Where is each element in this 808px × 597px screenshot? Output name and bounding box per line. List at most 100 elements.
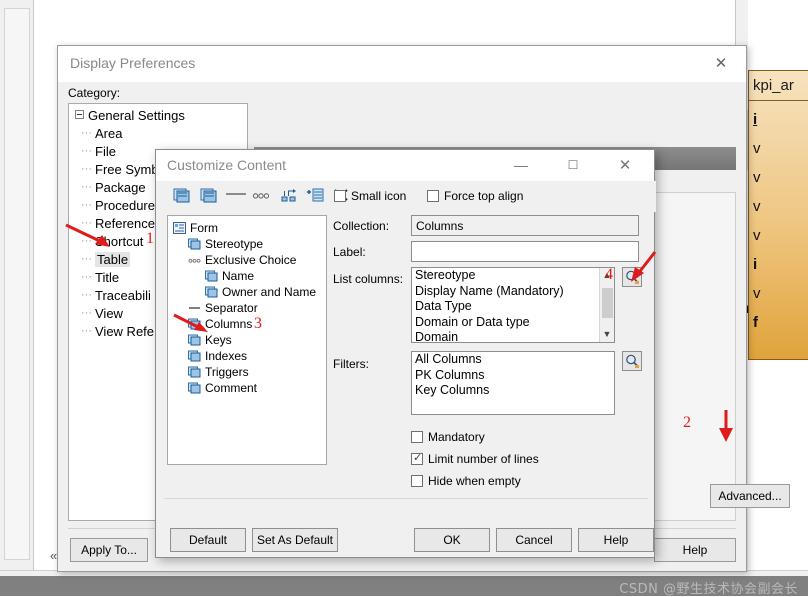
divider — [164, 498, 648, 499]
tree-node-label: View — [95, 306, 123, 321]
add-attribute-icon[interactable] — [173, 185, 191, 207]
hide-when-empty-label: Hide when empty — [428, 474, 521, 488]
annotation-number-4: 4 — [605, 266, 613, 284]
expander-icon[interactable] — [75, 110, 84, 119]
force-top-align-checkbox[interactable]: Force top align — [427, 188, 523, 203]
cc-tree-node-indexes[interactable]: Indexes — [171, 348, 326, 364]
cc-tree-node-form[interactable]: Form — [171, 220, 326, 236]
maximize-icon[interactable]: ☐ — [554, 150, 592, 181]
cc-tree-node-label: Indexes — [205, 349, 247, 363]
scroll-down-icon[interactable]: ▼ — [600, 327, 614, 342]
cc-tree-node-label: Exclusive Choice — [205, 253, 296, 267]
cc-tree-node-triggers[interactable]: Triggers — [171, 364, 326, 380]
list-columns-label: List columns: — [333, 272, 403, 286]
tree-node-label: Title — [95, 270, 119, 285]
filters-browse-button[interactable] — [622, 351, 642, 371]
checkbox-box[interactable] — [411, 453, 423, 465]
tree-node-label: Package — [95, 180, 146, 195]
tree-node-label: Free Symb — [95, 162, 159, 177]
default-button[interactable]: Default — [170, 528, 246, 552]
cancel-button[interactable]: Cancel — [496, 528, 572, 552]
minimize-icon[interactable]: — — [502, 150, 540, 181]
force-top-align-label: Force top align — [444, 189, 523, 203]
annotation-number-2: 2 — [683, 414, 691, 432]
separator-line-icon[interactable] — [226, 193, 246, 195]
cc-tree-node-stereotype[interactable]: Stereotype — [171, 236, 326, 252]
filters-listbox[interactable]: All Columns PK Columns Key Columns — [411, 351, 615, 415]
tree-node-label: File — [95, 144, 116, 159]
diagram-table-body: i v v v v i v f — [749, 101, 808, 337]
collection-icon — [188, 382, 201, 394]
hide-when-empty-checkbox[interactable]: Hide when empty — [411, 473, 521, 488]
customize-content-help-button[interactable]: Help — [578, 528, 654, 552]
cc-tree-node-exclusive-choice[interactable]: Exclusive Choice — [171, 252, 326, 268]
attribute-icon — [205, 270, 218, 282]
checkbox-box[interactable] — [411, 431, 423, 443]
diagram-table-object[interactable]: kpi_ar i v v v v i v f — [748, 70, 808, 360]
scrollbar-thumb[interactable] — [602, 288, 613, 318]
list-item[interactable]: PK Columns — [412, 368, 614, 384]
tree-node-label: Procedure — [95, 198, 155, 213]
diagram-row: v — [753, 192, 808, 221]
diagram-row: v — [753, 279, 808, 308]
close-icon[interactable]: ✕ — [606, 150, 644, 181]
collection-label: Collection: — [333, 219, 389, 233]
checkbox-box[interactable] — [427, 190, 439, 202]
list-item[interactable]: Stereotype — [412, 268, 614, 284]
checkbox-box[interactable] — [411, 475, 423, 487]
limit-number-of-lines-checkbox[interactable]: Limit number of lines — [411, 451, 539, 466]
collection-icon — [188, 366, 201, 378]
limit-number-of-lines-label: Limit number of lines — [428, 452, 539, 466]
add-list-icon[interactable] — [306, 185, 324, 207]
tree-node-label: Table — [95, 252, 130, 267]
tree-node-general-settings[interactable]: General Settings — [73, 107, 247, 125]
mandatory-checkbox[interactable]: Mandatory — [411, 429, 485, 444]
promote-icon[interactable] — [280, 185, 298, 207]
diagram-row: i — [753, 250, 808, 279]
diagram-row: v — [753, 163, 808, 192]
list-columns-listbox[interactable]: Stereotype Display Name (Mandatory) Data… — [411, 267, 615, 343]
cc-tree-node-label: Comment — [205, 381, 257, 395]
list-item[interactable]: Key Columns — [412, 383, 614, 399]
customize-content-titlebar: Customize Content — ☐ ✕ — [156, 150, 654, 181]
add-collection-icon[interactable] — [200, 185, 218, 207]
small-icon-checkbox[interactable]: Small icon — [334, 188, 406, 203]
ok-button[interactable]: OK — [414, 528, 490, 552]
annotation-arrow-2 — [715, 408, 739, 446]
customize-content-title: Customize Content — [167, 157, 286, 173]
filters-label: Filters: — [333, 357, 369, 371]
diagram-table-title: kpi_ar — [749, 71, 808, 101]
list-item[interactable]: Data Type — [412, 299, 614, 315]
diagram-row: f — [753, 308, 808, 337]
annotation-arrow-4 — [625, 249, 661, 287]
cc-tree-node-name[interactable]: Name — [171, 268, 326, 284]
close-icon[interactable]: ✕ — [704, 52, 738, 76]
list-item[interactable]: All Columns — [412, 352, 614, 368]
cc-tree-node-label: Owner and Name — [222, 285, 316, 299]
annotation-number-3: 3 — [254, 315, 262, 333]
list-item[interactable]: Domain or Data type — [412, 315, 614, 331]
list-item[interactable]: Display Name (Mandatory) — [412, 284, 614, 300]
cc-tree-node-label: Form — [190, 221, 218, 235]
annotation-arrow-1 — [64, 222, 124, 252]
attribute-icon — [205, 286, 218, 298]
tree-node-area[interactable]: Area — [73, 125, 247, 143]
set-as-default-button[interactable]: Set As Default — [252, 528, 338, 552]
advanced-button[interactable]: Advanced... — [710, 484, 790, 508]
collection-field[interactable]: Columns — [411, 215, 639, 236]
apply-to-button[interactable]: Apply To... — [70, 538, 148, 562]
label-label: Label: — [333, 245, 366, 259]
diagram-row: v — [753, 221, 808, 250]
tree-node-label: General Settings — [88, 108, 185, 123]
checkbox-box[interactable] — [334, 190, 346, 202]
exclusive-choice-icon — [188, 254, 201, 266]
exclusive-choice-icon[interactable] — [252, 185, 270, 207]
content-structure-tree[interactable]: Form Stereotype Exclusive Choice Name — [167, 215, 327, 465]
cc-tree-node-owner-and-name[interactable]: Owner and Name — [171, 284, 326, 300]
list-item[interactable]: Domain — [412, 330, 614, 343]
category-label: Category: — [68, 86, 120, 100]
diagram-row: i — [753, 105, 808, 134]
label-input[interactable] — [411, 241, 639, 262]
cc-tree-node-comment[interactable]: Comment — [171, 380, 326, 396]
display-preferences-help-button[interactable]: Help — [654, 538, 736, 562]
